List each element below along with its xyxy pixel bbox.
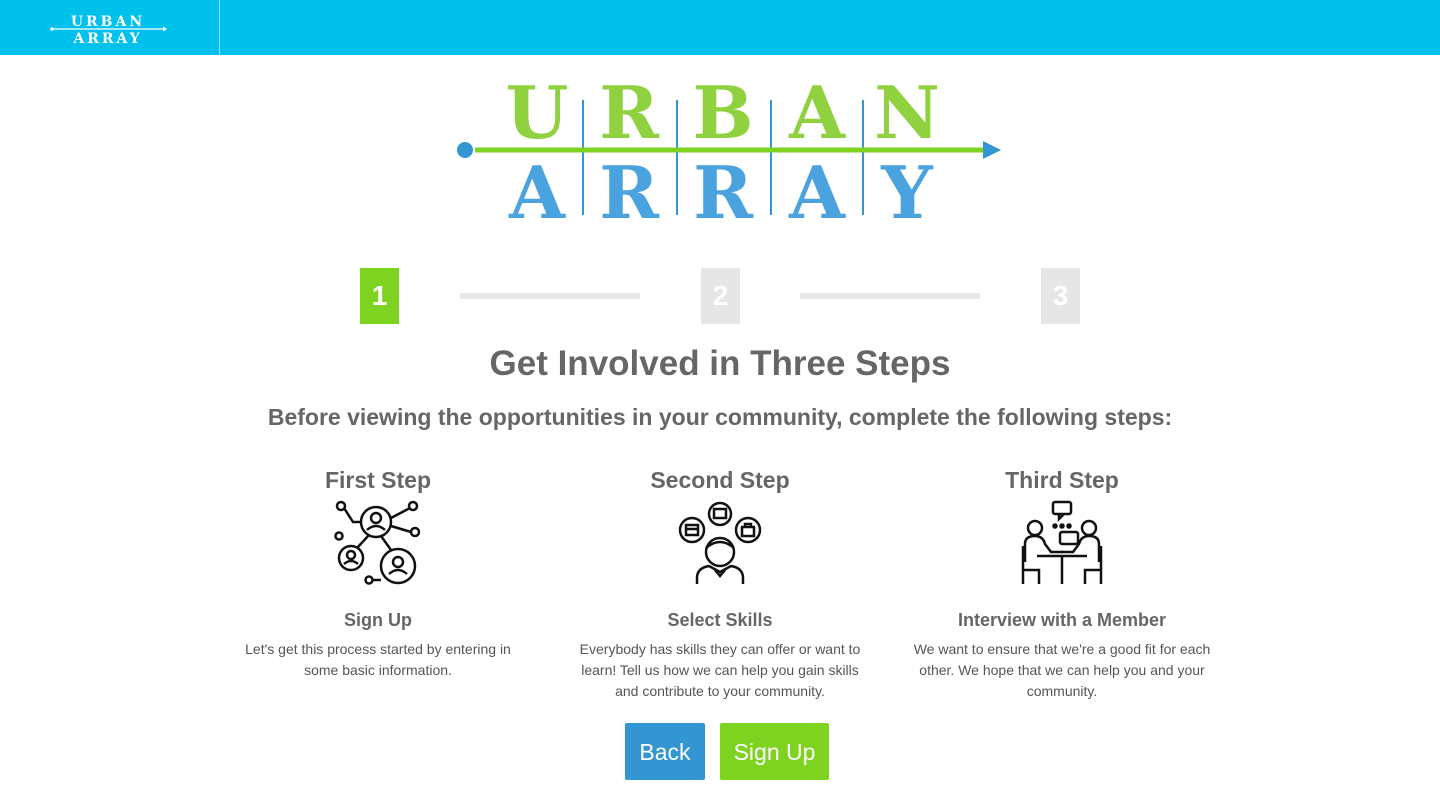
step-indicator-2: 2 (701, 268, 740, 324)
hero-logo-letter: N (874, 70, 940, 155)
step-connector (460, 293, 640, 299)
step-card-description: Everybody has skills they can offer or w… (579, 641, 861, 699)
hero-logo-letter: B (693, 70, 754, 155)
user-skills-icon (678, 501, 762, 584)
hero-logo-letter: A (788, 150, 846, 230)
step-card-description: We want to ensure that we're a good fit … (913, 641, 1211, 699)
top-navbar: URBAN ARRAY (0, 0, 1440, 55)
page-subtitle: Before viewing the opportunities in your… (267, 404, 1173, 430)
step-card-1: First Step Sign Up Let's get this proces (228, 464, 528, 681)
step-progress: 1 2 3 (0, 268, 1440, 324)
navbar-brand[interactable]: URBAN ARRAY (0, 0, 220, 55)
step-connector (800, 293, 980, 299)
step-card-subtitle: Interview with a Member (957, 610, 1167, 630)
step-indicator-3: 3 (1041, 268, 1080, 324)
hero-logo-letter: R (599, 150, 660, 230)
hero-logo-letter: A (508, 150, 566, 230)
step-card-2: Second Step Select Skills Everybody has … (570, 464, 870, 702)
urban-array-hero-logo: U R B A N A R R A Y (457, 70, 1001, 230)
svg-text:ARRAY: ARRAY (72, 31, 142, 46)
network-users-icon (334, 500, 421, 585)
step-card-subtitle: Select Skills (667, 610, 773, 630)
hero-logo-letter: R (693, 150, 754, 230)
step-card-subtitle: Sign Up (344, 610, 412, 630)
step-card-title: First Step (324, 467, 432, 493)
step-card-title: Second Step (650, 467, 790, 493)
sign-up-button[interactable]: Sign Up (720, 723, 829, 780)
step-card-description: Let's get this process started by enteri… (245, 641, 511, 678)
svg-text:URBAN: URBAN (71, 14, 145, 30)
page-title: Get Involved in Three Steps (489, 344, 951, 383)
interview-icon (1021, 500, 1103, 584)
step-indicator-1: 1 (360, 268, 399, 324)
urban-array-small-logo[interactable]: URBAN ARRAY (50, 12, 168, 46)
step-card-title: Third Step (1005, 467, 1119, 493)
step-card-3: Third Step Interview with a Member We wa… (912, 464, 1212, 702)
back-button[interactable]: Back (625, 723, 705, 780)
hero-logo-letter: Y (880, 150, 934, 230)
hero-logo-letter: R (599, 70, 660, 155)
hero-logo-letter: U (506, 70, 569, 155)
hero-logo-letter: A (788, 70, 846, 155)
